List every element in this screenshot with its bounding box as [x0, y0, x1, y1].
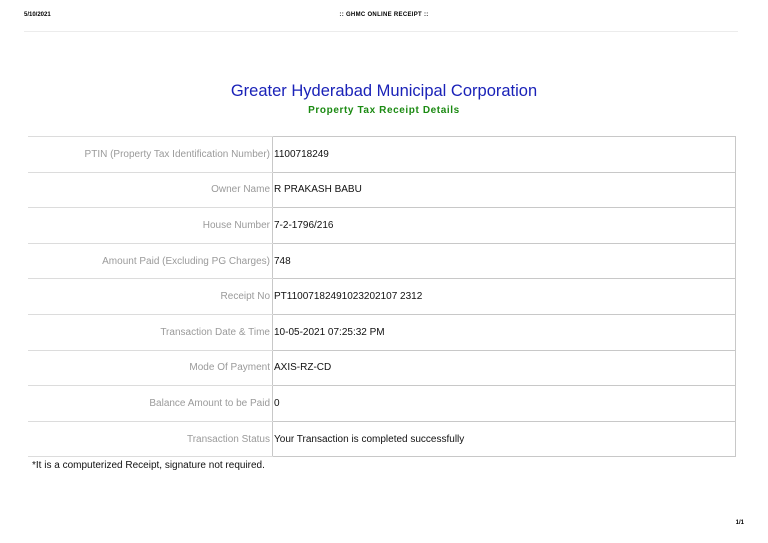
house-number-label: House Number	[28, 207, 273, 244]
table-row: Owner Name R PRAKASH BABU	[28, 171, 736, 209]
header-divider	[24, 31, 738, 32]
table-row: PTIN (Property Tax Identification Number…	[28, 136, 736, 173]
receipt-no-label: Receipt No	[28, 278, 273, 315]
receipt-no-value: PT11007182491023202107 2312	[272, 278, 736, 315]
ptin-value: 1100718249	[272, 136, 736, 173]
owner-name-label: Owner Name	[28, 171, 273, 209]
table-row: Transaction Date & Time 10-05-2021 07:25…	[28, 313, 736, 351]
transaction-status-label: Transaction Status	[28, 420, 273, 458]
receipt-details-table: PTIN (Property Tax Identification Number…	[28, 136, 736, 458]
balance-amount-label: Balance Amount to be Paid	[28, 385, 273, 422]
transaction-datetime-value: 10-05-2021 07:25:32 PM	[272, 313, 736, 351]
payment-mode-label: Mode Of Payment	[28, 349, 273, 387]
balance-amount-value: 0	[272, 385, 736, 422]
owner-name-value: R PRAKASH BABU	[272, 171, 736, 209]
org-title: Greater Hyderabad Municipal Corporation	[230, 82, 538, 100]
print-header-title: :: GHMC ONLINE RECEIPT ::	[339, 12, 429, 18]
table-row: Mode Of Payment AXIS-RZ-CD	[28, 349, 736, 387]
receipt-subtitle: Property Tax Receipt Details	[308, 105, 460, 116]
table-row: Amount Paid (Excluding PG Charges) 748	[28, 242, 736, 280]
table-row: Transaction Status Your Transaction is c…	[28, 420, 736, 458]
computerized-receipt-note: *It is a computerized Receipt, signature…	[32, 460, 265, 471]
table-row: House Number 7-2-1796/216	[28, 207, 736, 244]
amount-paid-value: 748	[272, 242, 736, 280]
amount-paid-label: Amount Paid (Excluding PG Charges)	[28, 242, 273, 280]
transaction-status-value: Your Transaction is completed successful…	[272, 420, 736, 458]
transaction-datetime-label: Transaction Date & Time	[28, 313, 273, 351]
payment-mode-value: AXIS-RZ-CD	[272, 349, 736, 387]
house-number-value: 7-2-1796/216	[272, 207, 736, 244]
table-row: Balance Amount to be Paid 0	[28, 385, 736, 422]
ptin-label: PTIN (Property Tax Identification Number…	[28, 136, 273, 173]
table-row: Receipt No PT11007182491023202107 2312	[28, 278, 736, 315]
page-number: 1/1	[735, 520, 744, 526]
